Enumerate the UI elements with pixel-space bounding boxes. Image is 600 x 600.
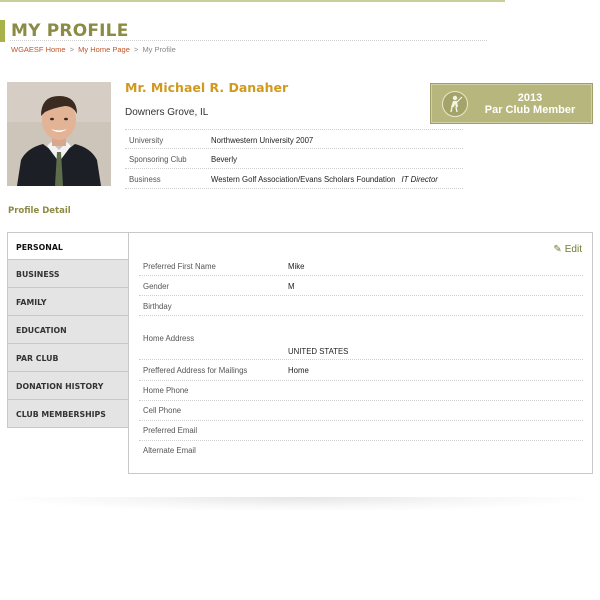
title-accent-bar bbox=[0, 20, 5, 42]
par-club-badge: 2013 Par Club Member bbox=[430, 83, 593, 124]
info-row-sponsoring-club: Sponsoring Club Beverly bbox=[125, 149, 463, 169]
edit-button[interactable]: ✎ Edit bbox=[553, 244, 582, 255]
info-value: Western Golf Association/Evans Scholars … bbox=[211, 175, 438, 184]
page-shadow bbox=[10, 497, 590, 511]
breadcrumb-home-link[interactable]: WGAESF Home bbox=[11, 45, 66, 54]
edit-label: Edit bbox=[564, 244, 582, 255]
detail-value: Home bbox=[288, 366, 309, 375]
tab-label: FAMILY bbox=[16, 298, 47, 307]
tab-personal[interactable]: PERSONAL bbox=[7, 232, 130, 260]
detail-label: Gender bbox=[143, 282, 170, 291]
badge-label: Par Club Member bbox=[484, 104, 576, 116]
detail-row-home-phone: Home Phone bbox=[139, 381, 583, 401]
detail-label: Home Phone bbox=[143, 386, 189, 395]
detail-label: Home Address bbox=[143, 334, 195, 343]
detail-row-mailing-address: Preffered Address for Mailings Home bbox=[139, 360, 583, 381]
detail-label: Preferred First Name bbox=[143, 262, 216, 271]
tab-label: DONATION HISTORY bbox=[16, 382, 104, 391]
detail-row-cell-phone: Cell Phone bbox=[139, 401, 583, 421]
golfer-icon bbox=[442, 91, 468, 117]
detail-row-preferred-email: Preferred Email bbox=[139, 421, 583, 441]
tab-education[interactable]: EDUCATION bbox=[7, 316, 129, 344]
page-header: MY PROFILE bbox=[0, 20, 487, 42]
detail-row-birthday: Birthday bbox=[139, 296, 583, 316]
tab-business[interactable]: BUSINESS bbox=[7, 260, 129, 288]
profile-location: Downers Grove, IL bbox=[125, 107, 209, 118]
info-row-university: University Northwestern University 2007 bbox=[125, 129, 463, 149]
detail-value: UNITED STATES bbox=[288, 347, 349, 356]
profile-info-table: University Northwestern University 2007 … bbox=[125, 129, 463, 189]
detail-label: Birthday bbox=[143, 302, 172, 311]
detail-row-gender: Gender M bbox=[139, 276, 583, 296]
section-title: Profile Detail bbox=[8, 206, 71, 216]
info-value: Beverly bbox=[211, 155, 237, 164]
breadcrumb-separator: > bbox=[133, 45, 139, 54]
top-rule bbox=[0, 0, 505, 2]
tab-par-club[interactable]: PAR CLUB bbox=[7, 344, 129, 372]
tab-club-memberships[interactable]: CLUB MEMBERSHIPS bbox=[7, 400, 129, 428]
detail-value: Mike bbox=[288, 262, 305, 271]
detail-row-alternate-email: Alternate Email bbox=[139, 441, 583, 461]
detail-label: Cell Phone bbox=[143, 406, 182, 415]
info-value: Northwestern University 2007 bbox=[211, 136, 313, 145]
detail-value: M bbox=[288, 282, 295, 291]
info-value-text: Beverly bbox=[211, 155, 237, 164]
profile-name: Mr. Michael R. Danaher bbox=[125, 80, 289, 95]
detail-row-preferred-first-name: Preferred First Name Mike bbox=[139, 256, 583, 276]
tab-label: EDUCATION bbox=[16, 326, 67, 335]
info-label: University bbox=[129, 136, 164, 145]
title-divider bbox=[10, 40, 487, 41]
tab-label: BUSINESS bbox=[16, 270, 60, 279]
detail-label: Preferred Email bbox=[143, 426, 198, 435]
page-title: MY PROFILE bbox=[11, 21, 129, 41]
tab-family[interactable]: FAMILY bbox=[7, 288, 129, 316]
breadcrumb-my-home-page-link[interactable]: My Home Page bbox=[78, 45, 130, 54]
breadcrumb-current: My Profile bbox=[142, 45, 176, 54]
personal-detail-panel: ✎ Edit Preferred First Name Mike Gender M… bbox=[128, 232, 593, 474]
info-value-text: Western Golf Association/Evans Scholars … bbox=[211, 175, 396, 184]
tab-label: PAR CLUB bbox=[16, 354, 59, 363]
tab-label: PERSONAL bbox=[16, 243, 63, 252]
profile-tabs: PERSONAL BUSINESS FAMILY EDUCATION PAR C… bbox=[7, 232, 130, 428]
info-row-business: Business Western Golf Association/Evans … bbox=[125, 169, 463, 189]
avatar bbox=[7, 82, 111, 186]
detail-label: Alternate Email bbox=[143, 446, 196, 455]
job-title: IT Director bbox=[401, 175, 438, 184]
detail-label: Preffered Address for Mailings bbox=[143, 366, 248, 375]
info-value-text: Northwestern University 2007 bbox=[211, 136, 314, 145]
breadcrumb: WGAESF Home > My Home Page > My Profile bbox=[11, 45, 176, 54]
breadcrumb-separator: > bbox=[69, 45, 75, 54]
tab-label: CLUB MEMBERSHIPS bbox=[16, 410, 106, 419]
info-label: Sponsoring Club bbox=[129, 155, 187, 164]
detail-row-home-address: Home Address UNITED STATES bbox=[139, 316, 583, 360]
badge-year: 2013 bbox=[517, 92, 543, 104]
tab-donation-history[interactable]: DONATION HISTORY bbox=[7, 372, 129, 400]
pencil-icon: ✎ bbox=[553, 244, 562, 255]
info-label: Business bbox=[129, 175, 161, 184]
